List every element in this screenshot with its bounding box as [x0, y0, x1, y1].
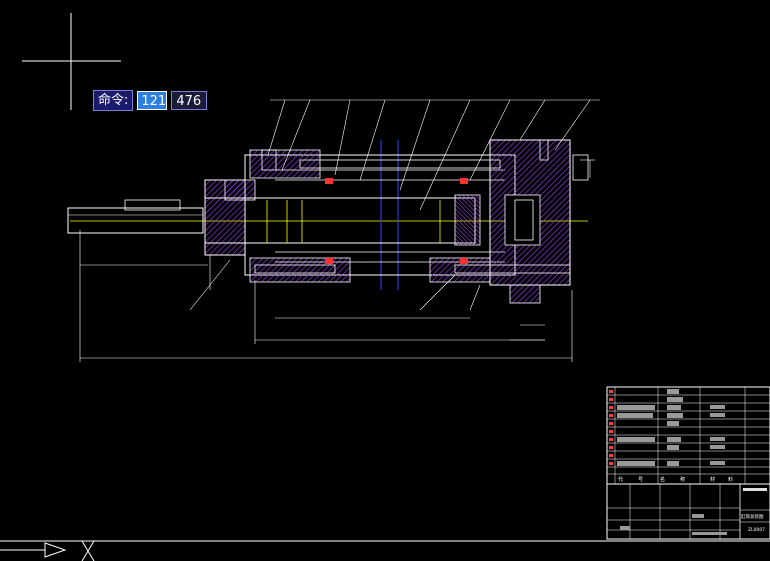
title-block: 代 号 名 称 材 料 缸筒总装图 ZL0007 [606, 386, 770, 540]
drawing-canvas[interactable]: 代 号 名 称 材 料 缸筒总装图 ZL0007 [0, 0, 770, 561]
tie-bolt [299, 159, 501, 169]
title-block-header-6: 料 [728, 476, 733, 483]
title-block-header-1: 代 [618, 476, 623, 483]
title-block-header-5: 材 [710, 476, 715, 483]
dynamic-input-tooltip: 命令: 121 476 [93, 90, 208, 111]
title-block-header-2: 号 [638, 477, 643, 483]
piston-rod [67, 207, 204, 234]
title-block-header-4: 称 [680, 476, 685, 483]
y-coordinate-input[interactable]: 476 [171, 91, 208, 110]
command-label: 命令: [93, 90, 134, 111]
part-code: ZL0007 [748, 527, 765, 533]
title-block-header-3: 名 [660, 476, 665, 483]
drawing-name: 缸筒总装图 [741, 513, 764, 520]
ucs-arrow-icon [0, 540, 770, 558]
x-coordinate-input[interactable]: 121 [137, 91, 168, 110]
x-mark-icon [81, 540, 95, 561]
cylinder-assembly-drawing [67, 99, 600, 362]
